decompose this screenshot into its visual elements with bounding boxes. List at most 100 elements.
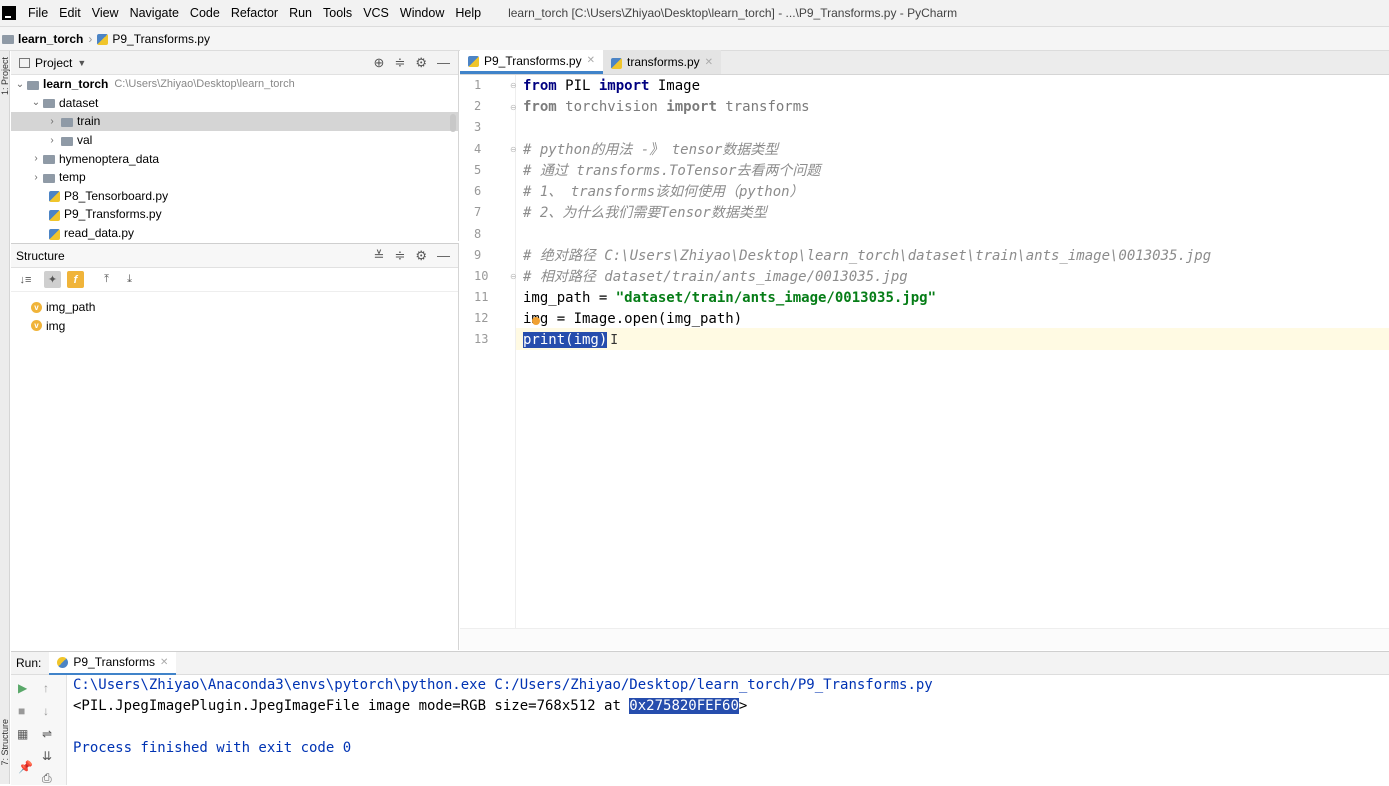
bulb-icon[interactable] [532,317,540,325]
folder-icon [43,155,55,165]
tab-p9-transforms[interactable]: P9_Transforms.py ✕ [460,50,603,74]
line-number: 10 [474,269,489,283]
chevron-right-icon[interactable]: › [45,116,59,127]
structure-item-img-path[interactable]: v img_path [11,298,458,317]
pin-icon[interactable]: 📌 [18,760,33,774]
editor-horizontal-scroll[interactable] [460,628,1389,650]
menu-view[interactable]: View [92,6,119,20]
keyword: from [523,78,557,94]
soft-wrap-icon[interactable]: ⇌ [42,727,52,741]
close-icon[interactable]: ✕ [705,57,713,68]
collapse-all-icon[interactable]: ≑ [394,55,405,71]
tree-file-read-data[interactable]: read_data.py [11,224,458,243]
project-scrollbar[interactable] [450,114,456,132]
breadcrumb-separator-icon: › [88,31,93,46]
menu-window[interactable]: Window [400,6,444,20]
project-tool-tab[interactable]: 1: Project [0,57,10,95]
tree-node-label: train [77,114,101,129]
code-line-9[interactable]: # 绝对路径 C:\Users\Zhiyao\Desktop\learn_tor… [523,246,1211,267]
structure-item-img[interactable]: v img [11,317,458,336]
python-file-icon [610,57,622,69]
project-panel-title[interactable]: Project [35,56,72,70]
tree-node-val[interactable]: › val [11,131,458,150]
menu-navigate[interactable]: Navigate [130,6,179,20]
keyword: from [523,99,557,115]
tree-node-temp[interactable]: › temp [11,168,458,187]
menu-tools[interactable]: Tools [323,6,352,20]
breadcrumb: learn_torch › P9_Transforms.py [0,27,1389,51]
chevron-right-icon[interactable]: › [29,172,43,183]
project-view-icon [19,57,30,68]
structure-tool-tab[interactable]: 7: Structure [0,719,10,766]
line-number: 5 [474,163,482,177]
menu-file[interactable]: File [28,6,48,20]
scroll-up-icon[interactable]: ↑ [43,681,49,695]
code-line-6[interactable]: # 1、 transforms该如何使用（python） [523,182,804,203]
tree-node-root[interactable]: ⌄ learn_torch C:\Users\Zhiyao\Desktop\le… [11,75,458,94]
code-line-11[interactable]: img_path = "dataset/train/ants_image/001… [523,288,936,309]
breadcrumb-root[interactable]: learn_torch [18,32,83,46]
tree-root-path: C:\Users\Zhiyao\Desktop\learn_torch [114,78,295,91]
stop-icon[interactable]: ■ [18,704,25,718]
tree-node-hymenoptera-data[interactable]: › hymenoptera_data [11,149,458,168]
autoscroll-to-source-icon[interactable]: ⤒ [98,271,115,288]
collapse-all-icon[interactable]: ≑ [394,248,405,264]
rerun-icon[interactable]: ▶ [18,681,27,695]
line-number: 7 [474,205,482,219]
fold-marker-icon[interactable]: ⊖ [510,145,517,154]
editor-tab-bar: P9_Transforms.py ✕ transforms.py ✕ [460,50,1389,75]
tree-node-dataset[interactable]: ⌄ dataset [11,94,458,113]
menu-help[interactable]: Help [455,6,481,20]
code-line-4[interactable]: # python的用法 -》 tensor数据类型 [523,140,778,161]
tree-node-label: val [77,133,93,148]
locate-icon[interactable]: ⊕ [374,55,385,71]
scroll-to-end-icon[interactable]: ⇊ [42,749,52,763]
run-tab[interactable]: P9_Transforms ✕ [49,651,177,675]
scroll-down-icon[interactable]: ↓ [43,704,49,718]
minimize-icon[interactable]: — [437,55,450,71]
tree-file-p9[interactable]: P9_Transforms.py [11,205,458,224]
show-functions-icon[interactable]: f [67,271,84,288]
close-icon[interactable]: ✕ [587,55,595,66]
code-line-10[interactable]: # 相对路径 dataset/train/ants_image/0013035.… [523,267,908,288]
chevron-down-icon[interactable]: ⌄ [13,79,27,90]
show-fields-icon[interactable]: ✦ [44,271,61,288]
expand-all-icon[interactable]: ≚ [374,248,385,264]
close-icon[interactable]: ✕ [160,657,168,668]
tree-node-train[interactable]: › train [11,112,458,131]
gear-icon[interactable]: ⚙ [415,55,427,71]
code-line-1[interactable]: from PIL import Image [523,76,700,97]
tab-transforms[interactable]: transforms.py ✕ [602,50,722,74]
chevron-down-icon[interactable]: ▼ [77,58,86,68]
console-command: C:\Users\Zhiyao\Anaconda3\envs\pytorch\p… [73,677,933,693]
tree-file-p8[interactable]: P8_Tensorboard.py [11,187,458,206]
fold-marker-icon[interactable]: ⊖ [510,272,517,281]
menu-edit[interactable]: Edit [59,6,81,20]
menu-run[interactable]: Run [289,6,312,20]
menu-code[interactable]: Code [190,6,220,20]
python-file-icon [49,209,60,221]
structure-panel-title: Structure [16,248,65,263]
breadcrumb-file[interactable]: P9_Transforms.py [112,32,210,46]
code-line-12[interactable]: img = Image.open(img_path) [523,309,742,330]
tree-node-label: P8_Tensorboard.py [64,188,169,203]
fold-marker-icon[interactable]: ⊖ [510,81,517,90]
autoscroll-from-source-icon[interactable]: ⤓ [121,271,138,288]
run-panel-header: Run: P9_Transforms ✕ [11,651,1389,675]
chevron-down-icon[interactable]: ⌄ [29,97,43,108]
sort-alpha-icon[interactable]: ↓≡ [17,271,34,288]
layout-icon[interactable]: ▦ [17,727,28,741]
code-line-5[interactable]: # 通过 transforms.ToTensor去看两个问题 [523,161,820,182]
chevron-right-icon[interactable]: › [45,135,59,146]
menu-refactor[interactable]: Refactor [231,6,278,20]
code-line-13[interactable]: print(img) I [523,330,618,351]
fold-marker-icon[interactable]: ⊖ [510,103,517,112]
gear-icon[interactable]: ⚙ [415,248,427,264]
tree-node-label: P9_Transforms.py [64,207,162,222]
code-line-7[interactable]: # 2、为什么我们需要Tensor数据类型 [523,203,767,224]
menu-vcs[interactable]: VCS [363,6,389,20]
minimize-icon[interactable]: — [437,248,450,264]
folder-icon [2,35,14,44]
code-line-2[interactable]: from torchvision import transforms [523,97,810,118]
chevron-right-icon[interactable]: › [29,153,43,164]
